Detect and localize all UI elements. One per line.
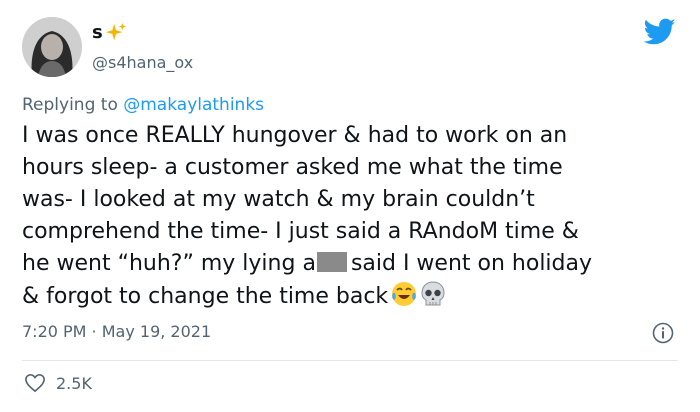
tears-of-joy-emoji bbox=[392, 282, 417, 306]
tweet-line: comprehend the time- I just said a RAndo… bbox=[22, 219, 579, 244]
skull-emoji bbox=[421, 281, 445, 306]
user-info: s @s4hana_ox bbox=[92, 22, 193, 73]
tweet-text-segment: said I went on holiday bbox=[350, 251, 593, 276]
avatar[interactable] bbox=[22, 17, 82, 77]
tweet-text-segment: he went “huh?” my lying a bbox=[22, 251, 316, 276]
redaction-block bbox=[316, 252, 347, 272]
user-handle[interactable]: @s4hana_ox bbox=[92, 53, 193, 73]
display-name[interactable]: s bbox=[92, 22, 193, 44]
tweet-timestamp[interactable]: 7:20 PM · May 19, 2021 bbox=[22, 322, 211, 342]
replying-to-label: Replying to bbox=[22, 95, 118, 115]
like-count: 2.5K bbox=[56, 373, 92, 393]
tweet-text: I was once REALLY hungover & had to work… bbox=[22, 120, 687, 313]
heart-icon bbox=[25, 373, 45, 393]
display-name-text: s bbox=[92, 22, 103, 43]
tweet-line: & forgot to change the time back bbox=[22, 280, 687, 313]
sparkles-icon bbox=[105, 22, 126, 41]
tweet-line: I was once REALLY hungover & had to work… bbox=[22, 123, 568, 148]
tweet-line: he went “huh?” my lying a said I went on … bbox=[22, 248, 687, 280]
tweet-line: was- I looked at my watch & my brain cou… bbox=[22, 187, 535, 212]
info-icon[interactable] bbox=[652, 322, 674, 344]
replying-to: Replying to @makaylathinks bbox=[22, 94, 264, 116]
tweet-text-segment: & forgot to change the time back bbox=[22, 284, 389, 309]
divider bbox=[22, 360, 678, 361]
avatar-photo bbox=[22, 17, 82, 77]
like-button[interactable]: 2.5K bbox=[24, 373, 92, 393]
mention-link[interactable]: @makaylathinks bbox=[123, 95, 264, 115]
twitter-bird-icon[interactable] bbox=[644, 18, 676, 46]
tweet-line: hours sleep- a customer asked me what th… bbox=[22, 155, 563, 180]
